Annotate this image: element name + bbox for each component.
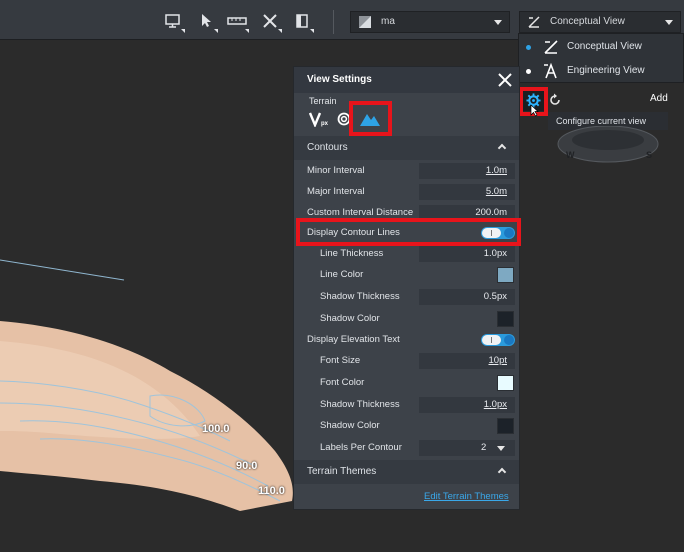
- chevron-down-icon: [497, 446, 505, 451]
- display-elevation-text-toggle[interactable]: [481, 334, 515, 346]
- line-color-row: Line Color: [294, 265, 519, 285]
- line-color-swatch[interactable]: [497, 267, 514, 283]
- measure-tool-button[interactable]: [226, 11, 249, 33]
- shadow-thickness-input[interactable]: 0.5px: [419, 289, 515, 305]
- row-label: Shadow Color: [320, 420, 380, 431]
- font-size-row: Font Size 10pt: [294, 351, 519, 371]
- conceptual-view-icon: [527, 15, 541, 29]
- row-label: Display Elevation Text: [307, 334, 400, 345]
- display-contour-lines-highlight: [296, 218, 521, 246]
- model-dropdown-value: ma: [381, 16, 395, 27]
- view-menu: Conceptual View Engineering View: [518, 33, 684, 83]
- row-label: Font Color: [320, 377, 365, 388]
- engineering-view-icon: [542, 62, 560, 80]
- shadow-thickness-row: Shadow Thickness 0.5px: [294, 287, 519, 307]
- add-view-button[interactable]: Add: [650, 93, 668, 104]
- panel-title: View Settings: [294, 67, 519, 93]
- contour-line-far: [0, 259, 125, 281]
- shadow-thickness-row: Shadow Thickness 1.0px: [294, 395, 519, 415]
- view-dropdown[interactable]: Conceptual View: [519, 11, 681, 33]
- toolbar-separator: [333, 10, 334, 34]
- terrain-label: Terrain: [309, 96, 337, 106]
- font-size-input[interactable]: 10pt: [419, 353, 515, 369]
- view-menu-item-label: Conceptual View: [567, 41, 642, 52]
- terrain-tab-highlight: [349, 101, 392, 136]
- bullet-icon: [526, 69, 531, 74]
- line-thickness-input[interactable]: 1.0px: [419, 246, 515, 262]
- compass-s: S: [646, 150, 652, 160]
- compass-w: W: [566, 150, 575, 160]
- shadow-color-swatch[interactable]: [497, 418, 514, 434]
- pointer-icon: [202, 14, 211, 27]
- view-menu-item-engineering[interactable]: Engineering View: [519, 59, 684, 83]
- row-label: Shadow Thickness: [320, 291, 400, 302]
- row-label: Shadow Thickness: [320, 399, 400, 410]
- ruler-icon: [227, 17, 247, 25]
- vx-icon: px: [308, 112, 329, 129]
- labels-per-contour-select[interactable]: 2: [419, 440, 515, 456]
- shadow-color-row: Shadow Color: [294, 416, 519, 436]
- compass-widget[interactable]: W S: [553, 126, 673, 166]
- shadow-color-swatch[interactable]: [497, 311, 514, 327]
- conceptual-view-icon: [542, 38, 560, 56]
- row-label: Font Size: [320, 355, 361, 366]
- row-label: Shadow Color: [320, 313, 380, 324]
- chevron-up-icon: [497, 143, 507, 153]
- select-value: 2: [481, 442, 487, 453]
- vertical-exaggeration-tab[interactable]: px: [308, 109, 330, 129]
- model-dropdown[interactable]: ma: [350, 11, 510, 33]
- section-title: Contours: [307, 142, 348, 153]
- close-button[interactable]: [495, 69, 515, 91]
- shadow-thickness-input[interactable]: 1.0px: [419, 397, 515, 413]
- labels-per-contour-row: Labels Per Contour 2: [294, 438, 519, 458]
- selected-bullet-icon: [526, 45, 531, 50]
- select-tool-button[interactable]: [195, 11, 218, 33]
- svg-text:px: px: [321, 121, 329, 127]
- presentation-tool-button[interactable]: [162, 11, 185, 33]
- row-label: Labels Per Contour: [320, 442, 402, 453]
- tools-tool-button[interactable]: [259, 11, 282, 33]
- row-label: Line Thickness: [320, 248, 384, 259]
- monitor-icon: [165, 14, 180, 28]
- row-label: Minor Interval: [307, 165, 365, 176]
- font-color-swatch[interactable]: [497, 375, 514, 391]
- contour-label: 90.0: [236, 460, 258, 472]
- mouse-cursor-icon: [530, 104, 539, 117]
- chevron-down-icon: [494, 20, 502, 25]
- display-elevation-text-row: Display Elevation Text: [294, 330, 519, 350]
- row-label: Major Interval: [307, 186, 365, 197]
- contour-label: 100.0: [202, 423, 230, 435]
- major-interval-row: Major Interval 5.0m: [294, 182, 519, 202]
- panels-tool-button[interactable]: [291, 11, 314, 33]
- view-settings-panel: View Settings Terrain px Contours Minor …: [293, 66, 520, 510]
- font-color-row: Font Color: [294, 373, 519, 393]
- view-menu-item-label: Engineering View: [567, 65, 645, 76]
- close-icon: [498, 73, 512, 87]
- shadow-color-row: Shadow Color: [294, 309, 519, 329]
- major-interval-input[interactable]: 5.0m: [419, 184, 515, 200]
- chevron-down-icon: [665, 20, 673, 25]
- view-menu-item-conceptual[interactable]: Conceptual View: [519, 35, 684, 59]
- reset-view-button[interactable]: [548, 91, 564, 109]
- layer-icon: [358, 15, 372, 29]
- view-dropdown-value: Conceptual View: [550, 16, 625, 27]
- contours-section-header[interactable]: Contours: [294, 136, 519, 160]
- contour-label: 110.0: [258, 485, 285, 497]
- panel-icon: [296, 14, 308, 28]
- chevron-up-icon: [497, 467, 507, 477]
- minor-interval-input[interactable]: 1.0m: [419, 163, 515, 179]
- reset-icon: [550, 93, 560, 105]
- wrench-icon: [263, 14, 277, 28]
- edit-terrain-themes-link[interactable]: Edit Terrain Themes: [424, 491, 509, 502]
- minor-interval-row: Minor Interval 1.0m: [294, 161, 519, 181]
- terrain-themes-section-header[interactable]: Terrain Themes: [294, 460, 519, 484]
- section-title: Terrain Themes: [307, 466, 377, 477]
- line-thickness-row: Line Thickness 1.0px: [294, 244, 519, 264]
- row-label: Line Color: [320, 269, 364, 280]
